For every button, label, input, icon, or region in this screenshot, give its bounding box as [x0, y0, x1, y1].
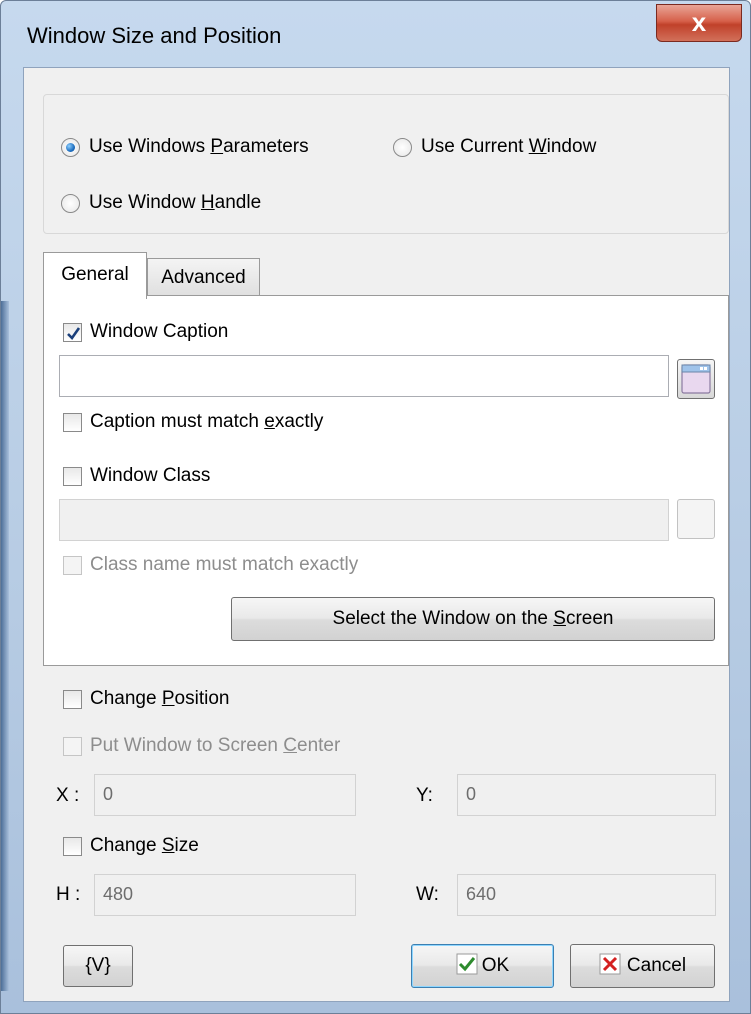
h-input[interactable]: 480: [94, 874, 356, 916]
caption-match-exactly-label[interactable]: Caption must match exactly: [90, 411, 323, 433]
pick-class-button[interactable]: [677, 499, 715, 539]
change-position-checkbox[interactable]: [63, 690, 82, 709]
change-position-label[interactable]: Change Position: [90, 688, 229, 710]
cancel-button[interactable]: Cancel: [570, 944, 715, 988]
ok-button[interactable]: OK: [411, 944, 554, 988]
x-label: X :: [56, 785, 80, 806]
checkmark-icon: [67, 327, 81, 341]
close-icon: x: [691, 7, 707, 37]
ok-check-icon: [456, 953, 478, 975]
radio-use-current-window-label[interactable]: Use Current Window: [421, 136, 596, 158]
screen-center-label[interactable]: Put Window to Screen Center: [90, 735, 340, 757]
class-match-exactly-checkbox[interactable]: [63, 556, 82, 575]
variables-button[interactable]: {V}: [63, 945, 133, 987]
ok-label: OK: [481, 955, 510, 976]
change-size-label[interactable]: Change Size: [90, 835, 199, 857]
cancel-x-icon: [599, 953, 621, 975]
radio-use-windows-parameters-label[interactable]: Use Windows Parameters: [89, 136, 309, 158]
tab-advanced[interactable]: Advanced: [147, 258, 260, 296]
window-class-input[interactable]: [59, 499, 669, 541]
tab-general[interactable]: General: [43, 252, 147, 299]
y-input[interactable]: 0: [457, 774, 716, 816]
radio-use-window-handle[interactable]: [61, 194, 80, 213]
w-label: W:: [416, 884, 439, 905]
window-title: Window Size and Position: [27, 23, 282, 48]
class-match-exactly-label[interactable]: Class name must match exactly: [90, 554, 358, 576]
close-button[interactable]: x: [656, 4, 742, 42]
window-caption-checkbox[interactable]: [63, 323, 82, 342]
window-class-label[interactable]: Window Class: [90, 465, 210, 487]
w-input[interactable]: 640: [457, 874, 716, 916]
x-input[interactable]: 0: [94, 774, 356, 816]
window-class-checkbox[interactable]: [63, 467, 82, 486]
window-picker-icon: [681, 364, 711, 394]
screen-center-checkbox[interactable]: [63, 737, 82, 756]
radio-use-windows-parameters[interactable]: [61, 138, 80, 157]
window-edge: [1, 301, 9, 991]
window-caption-label[interactable]: Window Caption: [90, 321, 228, 343]
cancel-label: Cancel: [626, 955, 687, 976]
caption-match-exactly-checkbox[interactable]: [63, 413, 82, 432]
radio-use-window-handle-label[interactable]: Use Window Handle: [89, 192, 261, 214]
select-window-on-screen-button[interactable]: Select the Window on the Screen: [231, 597, 715, 641]
y-label: Y:: [416, 785, 433, 806]
change-size-checkbox[interactable]: [63, 837, 82, 856]
dialog-window: Window Size and Position x Use Windows P…: [0, 0, 751, 1014]
pick-window-button[interactable]: [677, 359, 715, 399]
h-label: H :: [56, 884, 81, 905]
radio-use-current-window[interactable]: [393, 138, 412, 157]
window-caption-input[interactable]: [59, 355, 669, 397]
